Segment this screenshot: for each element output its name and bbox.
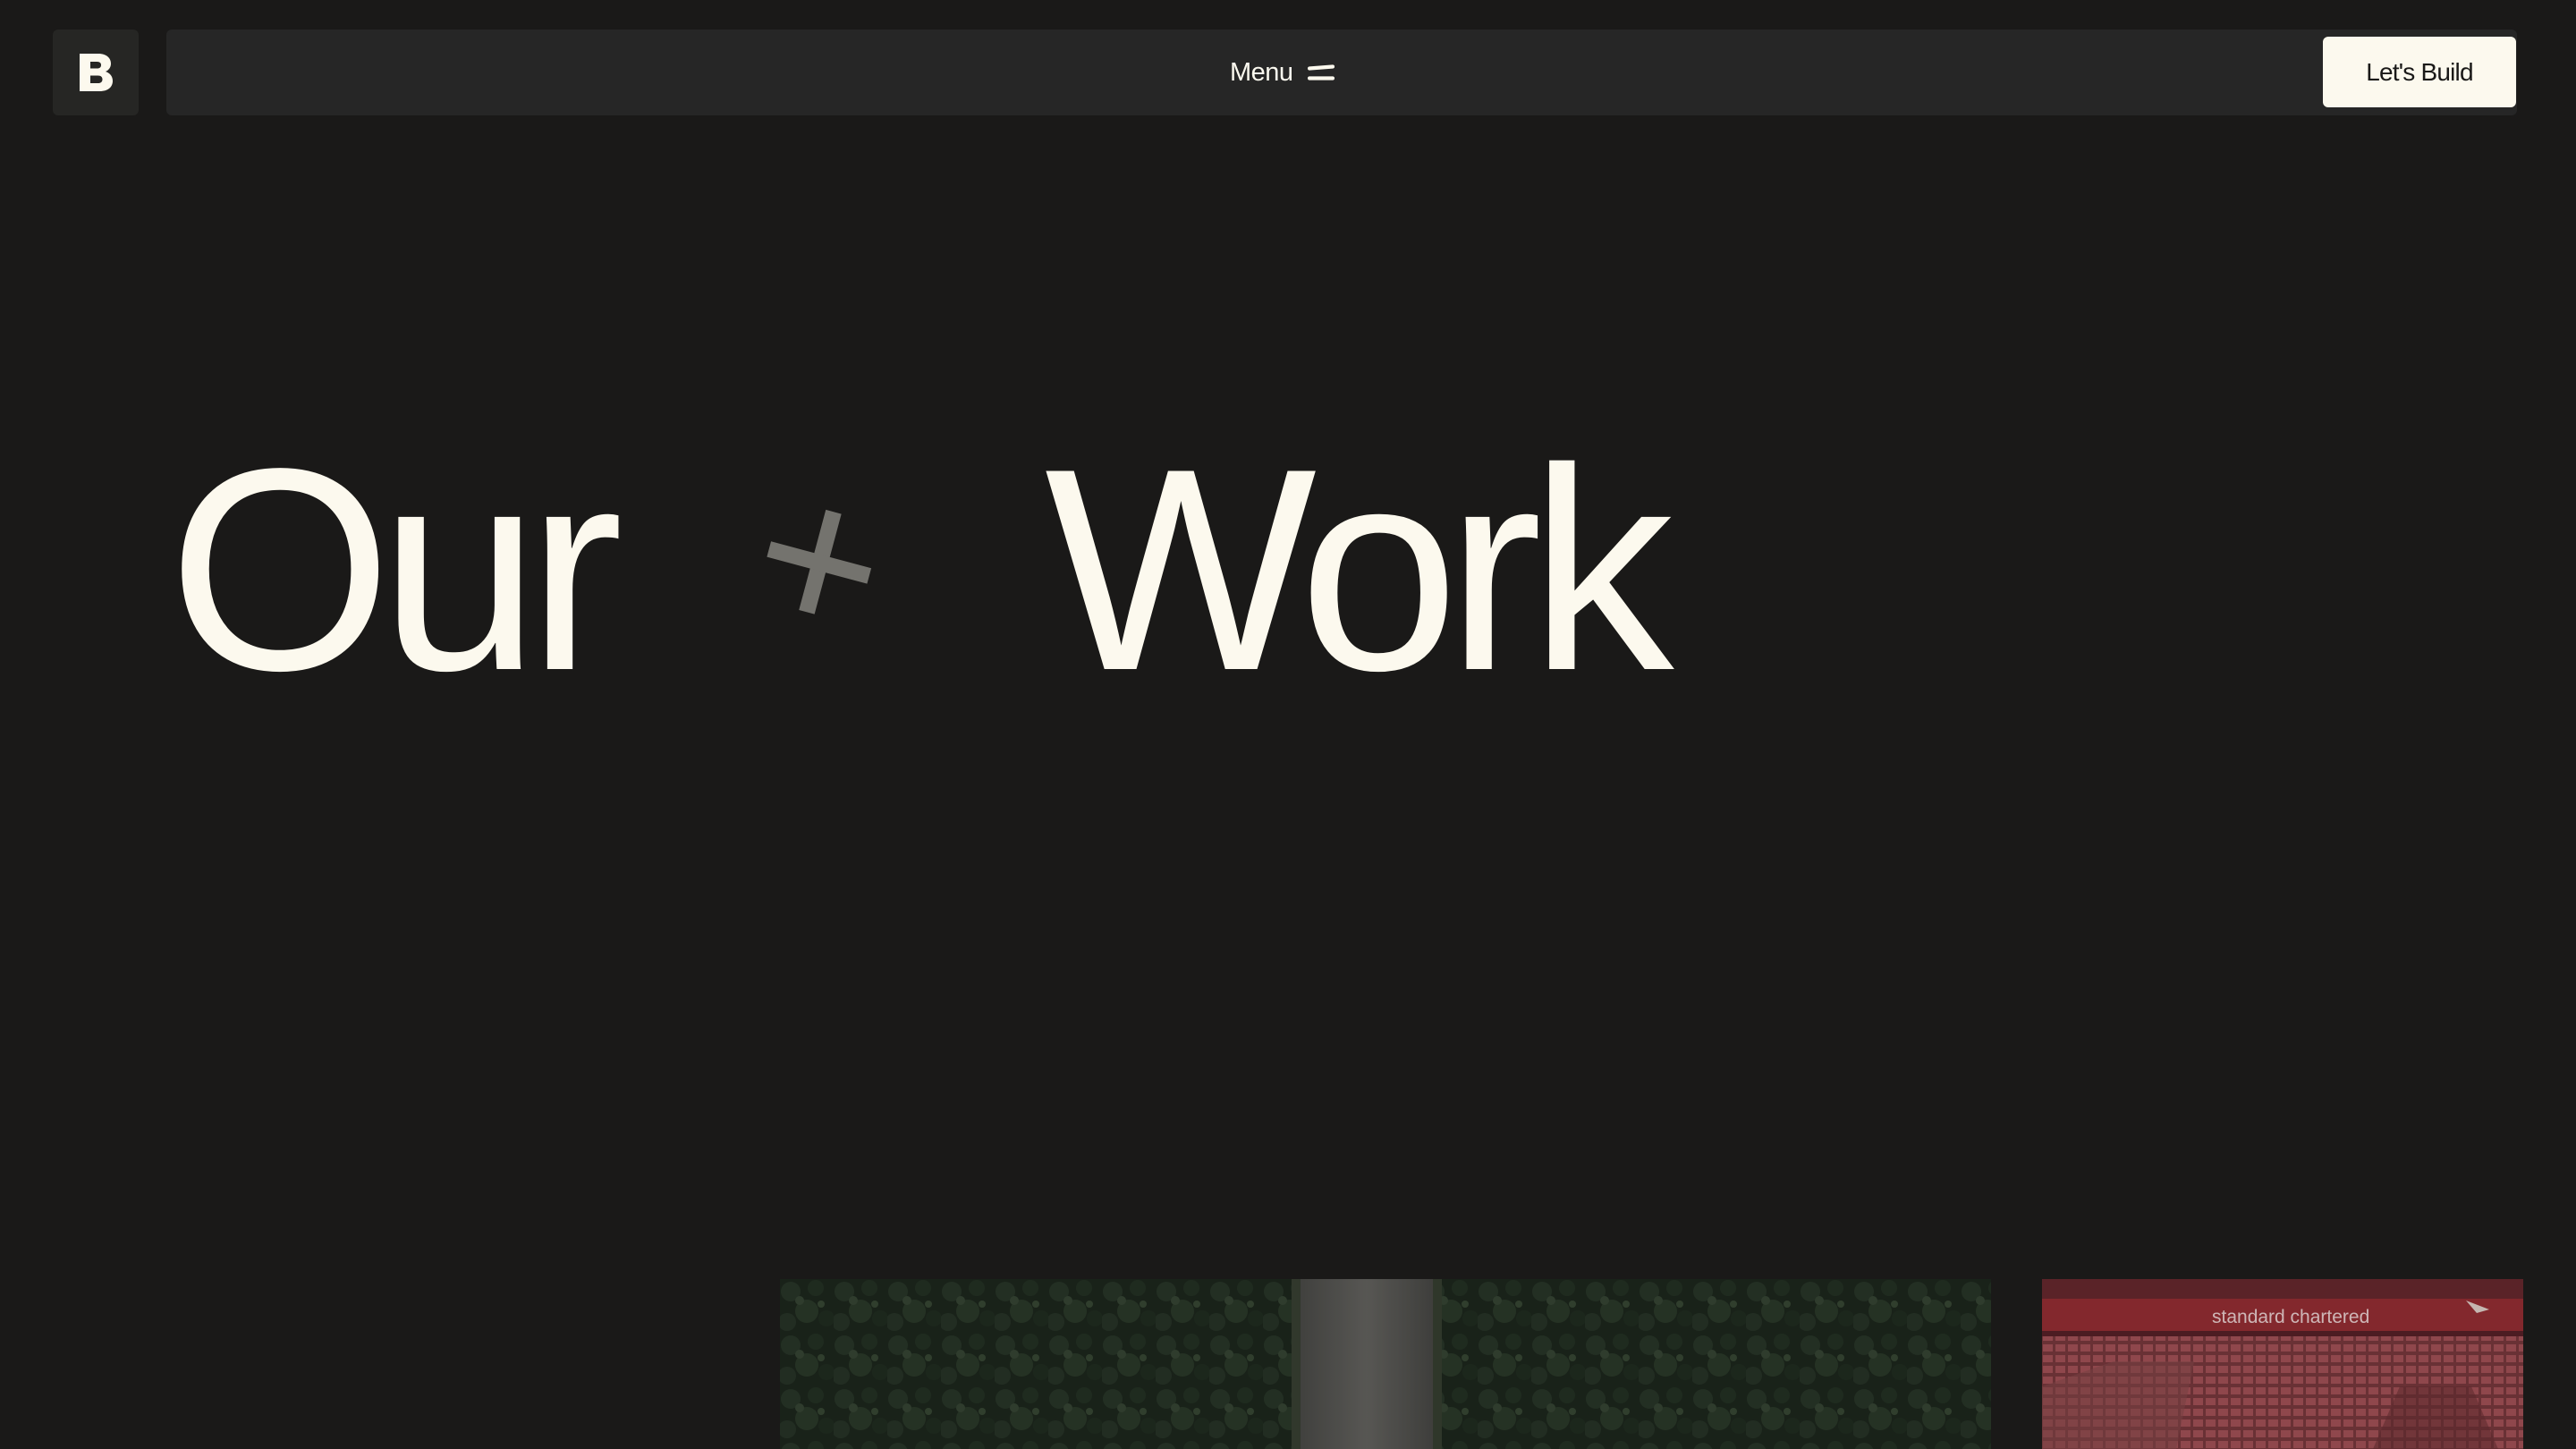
project-card-forest[interactable] <box>780 1279 1991 1449</box>
hamburger-icon <box>1307 63 1335 82</box>
hero-word-work: Work <box>1045 410 1674 731</box>
logo-b-icon <box>80 54 113 91</box>
menu-button[interactable]: Menu <box>1230 30 1335 115</box>
navbar: Menu <box>166 30 2517 115</box>
page: Menu Let's Build Our Work standard chart… <box>0 0 2576 1449</box>
stadium-seating-image: standard chartered <box>2042 1279 2523 1449</box>
logo[interactable] <box>53 30 139 115</box>
plus-icon <box>767 509 872 614</box>
hero-word-our: Our <box>168 410 623 731</box>
menu-label: Menu <box>1230 57 1293 87</box>
project-card-stadium[interactable]: standard chartered <box>2042 1279 2523 1449</box>
aerial-forest-road-image <box>780 1279 1991 1449</box>
lets-build-button[interactable]: Let's Build <box>2323 37 2516 107</box>
